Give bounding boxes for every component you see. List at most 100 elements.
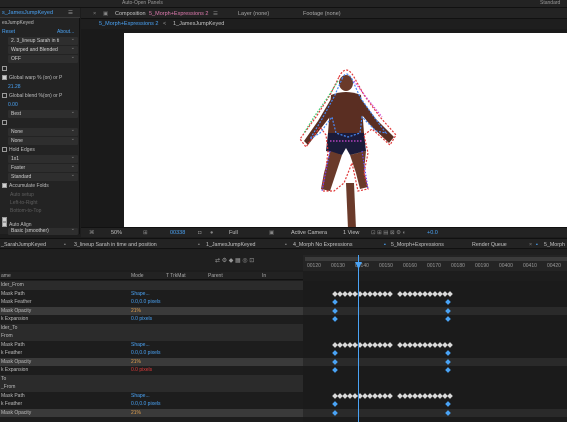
workspace-label[interactable]: Standard: [540, 0, 560, 6]
off-dropdown[interactable]: OFF: [8, 55, 78, 63]
layer-panel-tab[interactable]: Layer (none): [238, 11, 269, 17]
global-warp-row[interactable]: Global warp % (on) or P: [2, 74, 78, 82]
timeline-tab-5[interactable]: 5_Morph+Expressions: [391, 242, 444, 248]
layer-row[interactable]: k Expansion 0.0 pixels: [0, 366, 303, 375]
view-options-icon[interactable]: ⌘: [89, 230, 95, 236]
timeline-tab-3[interactable]: 1_JamesJumpKeyed: [206, 242, 255, 248]
timeline-tab-active[interactable]: 5_Morph: [544, 242, 565, 248]
property-value[interactable]: 0.0,0.0 pixels: [131, 400, 160, 409]
layer-row[interactable]: Mask Path Shape...: [0, 392, 303, 401]
checkbox-row-1[interactable]: [2, 65, 78, 73]
morph-mode-dropdown[interactable]: Warped and Blended: [8, 46, 78, 54]
effect-controls-tab[interactable]: s_JamesJumpKeyed ☰: [0, 8, 80, 18]
checkbox-row-2[interactable]: [2, 119, 78, 127]
timeline-switch-icons[interactable]: ⇄ ⚙ ◆ ▦ ◎ ⊡: [215, 257, 254, 264]
keyframe-track[interactable]: [303, 357, 567, 366]
quality-dropdown[interactable]: Best: [8, 110, 78, 118]
show-channel-icon[interactable]: ●: [210, 230, 213, 236]
property-value[interactable]: 0.0 pixels: [131, 366, 152, 375]
panel-menu-icon[interactable]: ☰: [213, 11, 218, 17]
close-icon[interactable]: ▪: [64, 242, 66, 248]
footage-panel-tab[interactable]: Footage (none): [303, 11, 341, 17]
source-layer-dropdown[interactable]: 2. 3_lineup Sarah in ti: [8, 37, 78, 45]
work-area-bar[interactable]: [305, 257, 567, 261]
exposure-value[interactable]: +0.0: [427, 230, 438, 236]
hold-edges-row[interactable]: Hold Edges: [2, 146, 78, 154]
hold-edges-checkbox[interactable]: [2, 147, 7, 153]
timeline-tab-1[interactable]: _SarahJumpKeyed: [1, 242, 46, 248]
composition-name[interactable]: 5_Morph+Expressions 2: [149, 11, 208, 17]
layer-row[interactable]: Mask Path Shape...: [0, 341, 303, 350]
keyframe[interactable]: [387, 341, 393, 348]
property-value[interactable]: Shape...: [131, 341, 150, 350]
keyframe-track[interactable]: [303, 349, 567, 358]
keyframe[interactable]: [445, 299, 451, 305]
resolution-dropdown[interactable]: 1x1: [8, 155, 78, 163]
subtab-2[interactable]: 1_JamesJumpKeyed: [173, 21, 224, 27]
keyframe[interactable]: [332, 401, 338, 407]
property-value[interactable]: 0.0,0.0 pixels: [131, 349, 160, 358]
align-mode-dropdown[interactable]: Basic (smoother): [8, 226, 78, 235]
auto-open-label[interactable]: Auto-Open Panels: [122, 0, 163, 6]
keyframe-track[interactable]: [303, 306, 567, 315]
keyframe-track[interactable]: [303, 332, 567, 341]
keyframe[interactable]: [332, 299, 338, 305]
global-blend-row[interactable]: Global blend %(on) or P: [2, 92, 78, 100]
close-icon[interactable]: ▪: [384, 242, 386, 248]
keyframe[interactable]: [447, 290, 453, 297]
accumulate-checkbox[interactable]: [2, 183, 7, 189]
close-icon[interactable]: ×: [93, 11, 96, 17]
grid-icon[interactable]: ⊞: [143, 230, 148, 236]
checkbox[interactable]: [2, 66, 7, 72]
layer-row[interactable]: Mask Opacity 21%: [0, 408, 303, 418]
keyframe[interactable]: [445, 316, 451, 322]
close-icon[interactable]: ▪: [198, 242, 200, 248]
speed-dropdown[interactable]: Faster: [8, 164, 78, 172]
keyframe[interactable]: [445, 367, 451, 373]
close-icon[interactable]: ×: [529, 242, 532, 248]
keyframe-area[interactable]: [303, 281, 567, 422]
keyframe[interactable]: [445, 358, 451, 365]
camera-dropdown[interactable]: Active Camera: [291, 230, 327, 236]
none-dropdown-1[interactable]: None: [8, 128, 78, 136]
keyframe[interactable]: [445, 409, 451, 416]
global-warp-value[interactable]: 21.28: [8, 83, 84, 91]
property-value[interactable]: 21%: [131, 409, 141, 418]
auto-align-checkbox[interactable]: [2, 222, 7, 228]
timeline-tab-4[interactable]: 4_Morph No Expressions: [293, 242, 352, 248]
global-blend-value[interactable]: 0.00: [8, 101, 84, 109]
layer-row[interactable]: _From: [0, 383, 303, 392]
close-icon[interactable]: ▪: [285, 242, 287, 248]
keyframe[interactable]: [332, 367, 338, 373]
effect-controls-tab-label[interactable]: s_JamesJumpKeyed: [2, 10, 53, 16]
standard-dropdown[interactable]: Standard: [8, 173, 78, 181]
keyframe-track[interactable]: [303, 290, 567, 299]
layer-row[interactable]: k Feather 0.0,0.0 pixels: [0, 349, 303, 358]
keyframe-track[interactable]: [303, 324, 567, 333]
layer-row[interactable]: Mask Opacity 21%: [0, 357, 303, 366]
keyframe-track[interactable]: [303, 400, 567, 409]
checkbox[interactable]: [2, 120, 7, 126]
layer-row[interactable]: k Feather 0.0,0.0 pixels: [0, 400, 303, 409]
keyframe-track[interactable]: [303, 383, 567, 392]
keyframe[interactable]: [445, 350, 451, 356]
snapshot-icon[interactable]: ◘: [198, 230, 201, 236]
property-value[interactable]: 0.0 pixels: [131, 315, 152, 324]
property-value[interactable]: 21%: [131, 307, 141, 316]
timeline-tab-2[interactable]: 3_lineup Sarah in time and position: [74, 242, 157, 248]
subtab-active[interactable]: 5_Morph+Expressions 2: [99, 21, 158, 27]
property-value[interactable]: 0.0,0.0 pixels: [131, 298, 160, 307]
keyframe[interactable]: [332, 409, 338, 416]
resolution-dropdown[interactable]: Full: [229, 230, 238, 236]
keyframe[interactable]: [447, 341, 453, 348]
about-link[interactable]: About...: [57, 28, 74, 36]
global-warp-checkbox[interactable]: [2, 75, 7, 81]
keyframe[interactable]: [445, 401, 451, 407]
view-layout-dropdown[interactable]: 1 View: [343, 230, 359, 236]
column-trkmat[interactable]: T TrkMat: [166, 273, 186, 279]
keyframe-track[interactable]: [303, 392, 567, 401]
none-dropdown-2[interactable]: None: [8, 137, 78, 145]
reset-link[interactable]: Reset: [2, 29, 15, 35]
layer-row[interactable]: Mask Feather 0.0,0.0 pixels: [0, 298, 303, 307]
panel-menu-icon[interactable]: ☰: [68, 10, 73, 16]
